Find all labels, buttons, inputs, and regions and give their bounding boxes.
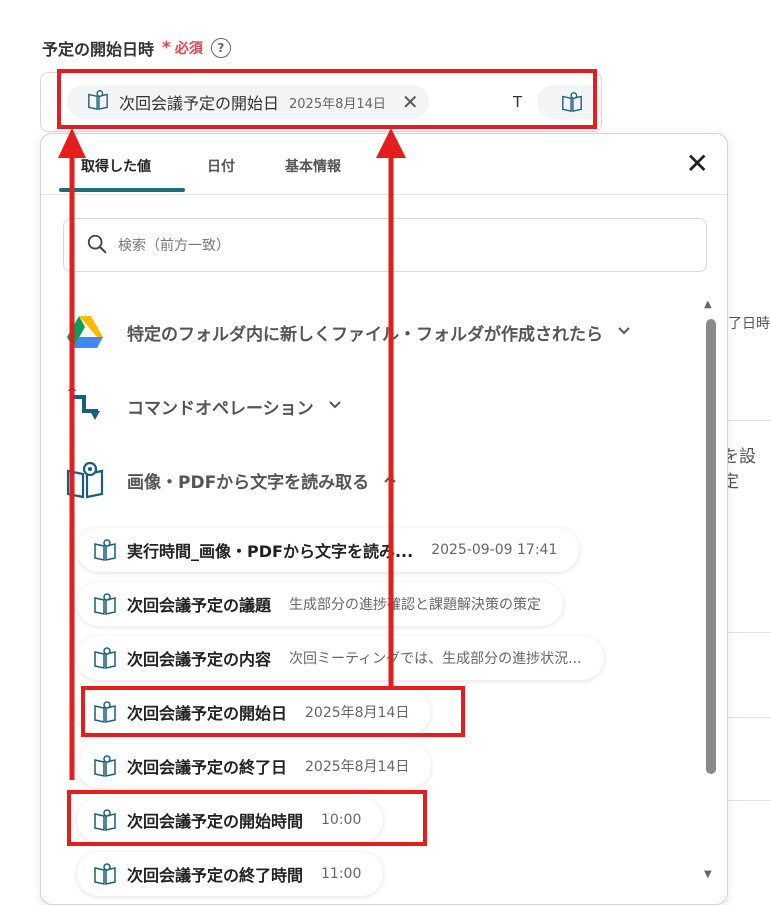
list-item[interactable]: 次回会議予定の終了時間 11:00 xyxy=(77,852,384,896)
item-value: 11:00 xyxy=(321,866,362,882)
tab-retrieved-values[interactable]: 取得した値 xyxy=(81,156,151,176)
list-item[interactable]: 実行時間_画像・PDFから文字を読み... 2025-09-09 17:41 xyxy=(77,528,580,572)
tab-basic-info[interactable]: 基本情報 xyxy=(285,156,341,176)
required-mark: * xyxy=(162,38,171,58)
list-item[interactable]: 次回会議予定の内容 次回ミーティングでは、生成部分の進捗状況... xyxy=(77,636,604,680)
item-label: 実行時間_画像・PDFから文字を読み... xyxy=(127,542,414,561)
highlight-box-start-time xyxy=(67,790,427,846)
ocr-book-icon xyxy=(65,460,105,500)
item-label: 次回会議予定の終了時間 xyxy=(127,866,304,885)
item-label: 次回会議予定の終了日 xyxy=(127,758,288,777)
ocr-book-icon xyxy=(93,645,119,671)
close-icon[interactable]: ✕ xyxy=(686,150,709,178)
chevron-up-icon xyxy=(383,472,397,488)
tab-bar: 取得した値 日付 基本情報 xyxy=(41,134,727,195)
divider xyxy=(728,717,771,718)
search-icon xyxy=(86,233,108,259)
highlight-box-token xyxy=(57,69,597,129)
list-item[interactable]: 次回会議予定の終了日 2025年8月14日 xyxy=(77,744,432,788)
ocr-book-icon xyxy=(93,591,119,617)
group-google-drive[interactable]: 特定のフォルダ内に新しくファイル・フォルダが作成されたら xyxy=(65,312,631,352)
google-drive-icon xyxy=(65,312,105,352)
background-text: 了日時 xyxy=(728,316,770,332)
item-value: 次回ミーティングでは、生成部分の進捗状況... xyxy=(289,651,582,667)
field-label-text: 予定の開始日時 xyxy=(42,40,155,59)
required-text: 必須 xyxy=(174,41,203,57)
scrollbar[interactable]: ▲ ▼ xyxy=(704,299,718,889)
group-ocr[interactable]: 画像・PDFから文字を読み取る xyxy=(65,460,397,500)
command-operation-icon xyxy=(65,386,105,426)
scroll-down-icon[interactable]: ▼ xyxy=(704,869,712,880)
ocr-book-icon xyxy=(93,753,119,779)
search-box xyxy=(63,218,707,272)
field-label: 予定の開始日時 * 必須 ? xyxy=(42,36,231,60)
group-command-operation[interactable]: コマンドオペレーション xyxy=(65,386,342,426)
item-label: 次回会議予定の議題 xyxy=(127,596,272,615)
ocr-book-icon xyxy=(93,537,119,563)
item-value: 生成部分の進捗確認と課題解決策の策定 xyxy=(289,597,542,613)
help-icon[interactable]: ? xyxy=(210,38,231,58)
divider xyxy=(728,800,771,801)
divider xyxy=(728,632,771,633)
item-label: 次回会議予定の内容 xyxy=(127,650,272,669)
background-text: を設定 xyxy=(722,447,756,492)
highlight-box-start-date xyxy=(81,686,465,737)
item-value: 2025-09-09 17:41 xyxy=(431,542,558,558)
scroll-up-icon[interactable]: ▲ xyxy=(704,299,712,310)
item-value: 2025年8月14日 xyxy=(305,759,410,775)
group-label: コマンドオペレーション xyxy=(127,398,314,419)
divider xyxy=(728,420,771,421)
search-input[interactable] xyxy=(116,233,680,259)
list-item[interactable]: 次回会議予定の議題 生成部分の進捗確認と課題解決策の策定 xyxy=(77,582,564,626)
tab-date[interactable]: 日付 xyxy=(207,156,235,176)
chevron-down-icon xyxy=(328,398,342,414)
chevron-down-icon xyxy=(617,324,631,340)
group-label: 画像・PDFから文字を読み取る xyxy=(127,472,370,493)
ocr-book-icon xyxy=(93,861,119,887)
active-tab-indicator xyxy=(59,188,185,192)
scrollbar-thumb[interactable] xyxy=(706,319,716,774)
group-label: 特定のフォルダ内に新しくファイル・フォルダが作成されたら xyxy=(127,324,603,345)
